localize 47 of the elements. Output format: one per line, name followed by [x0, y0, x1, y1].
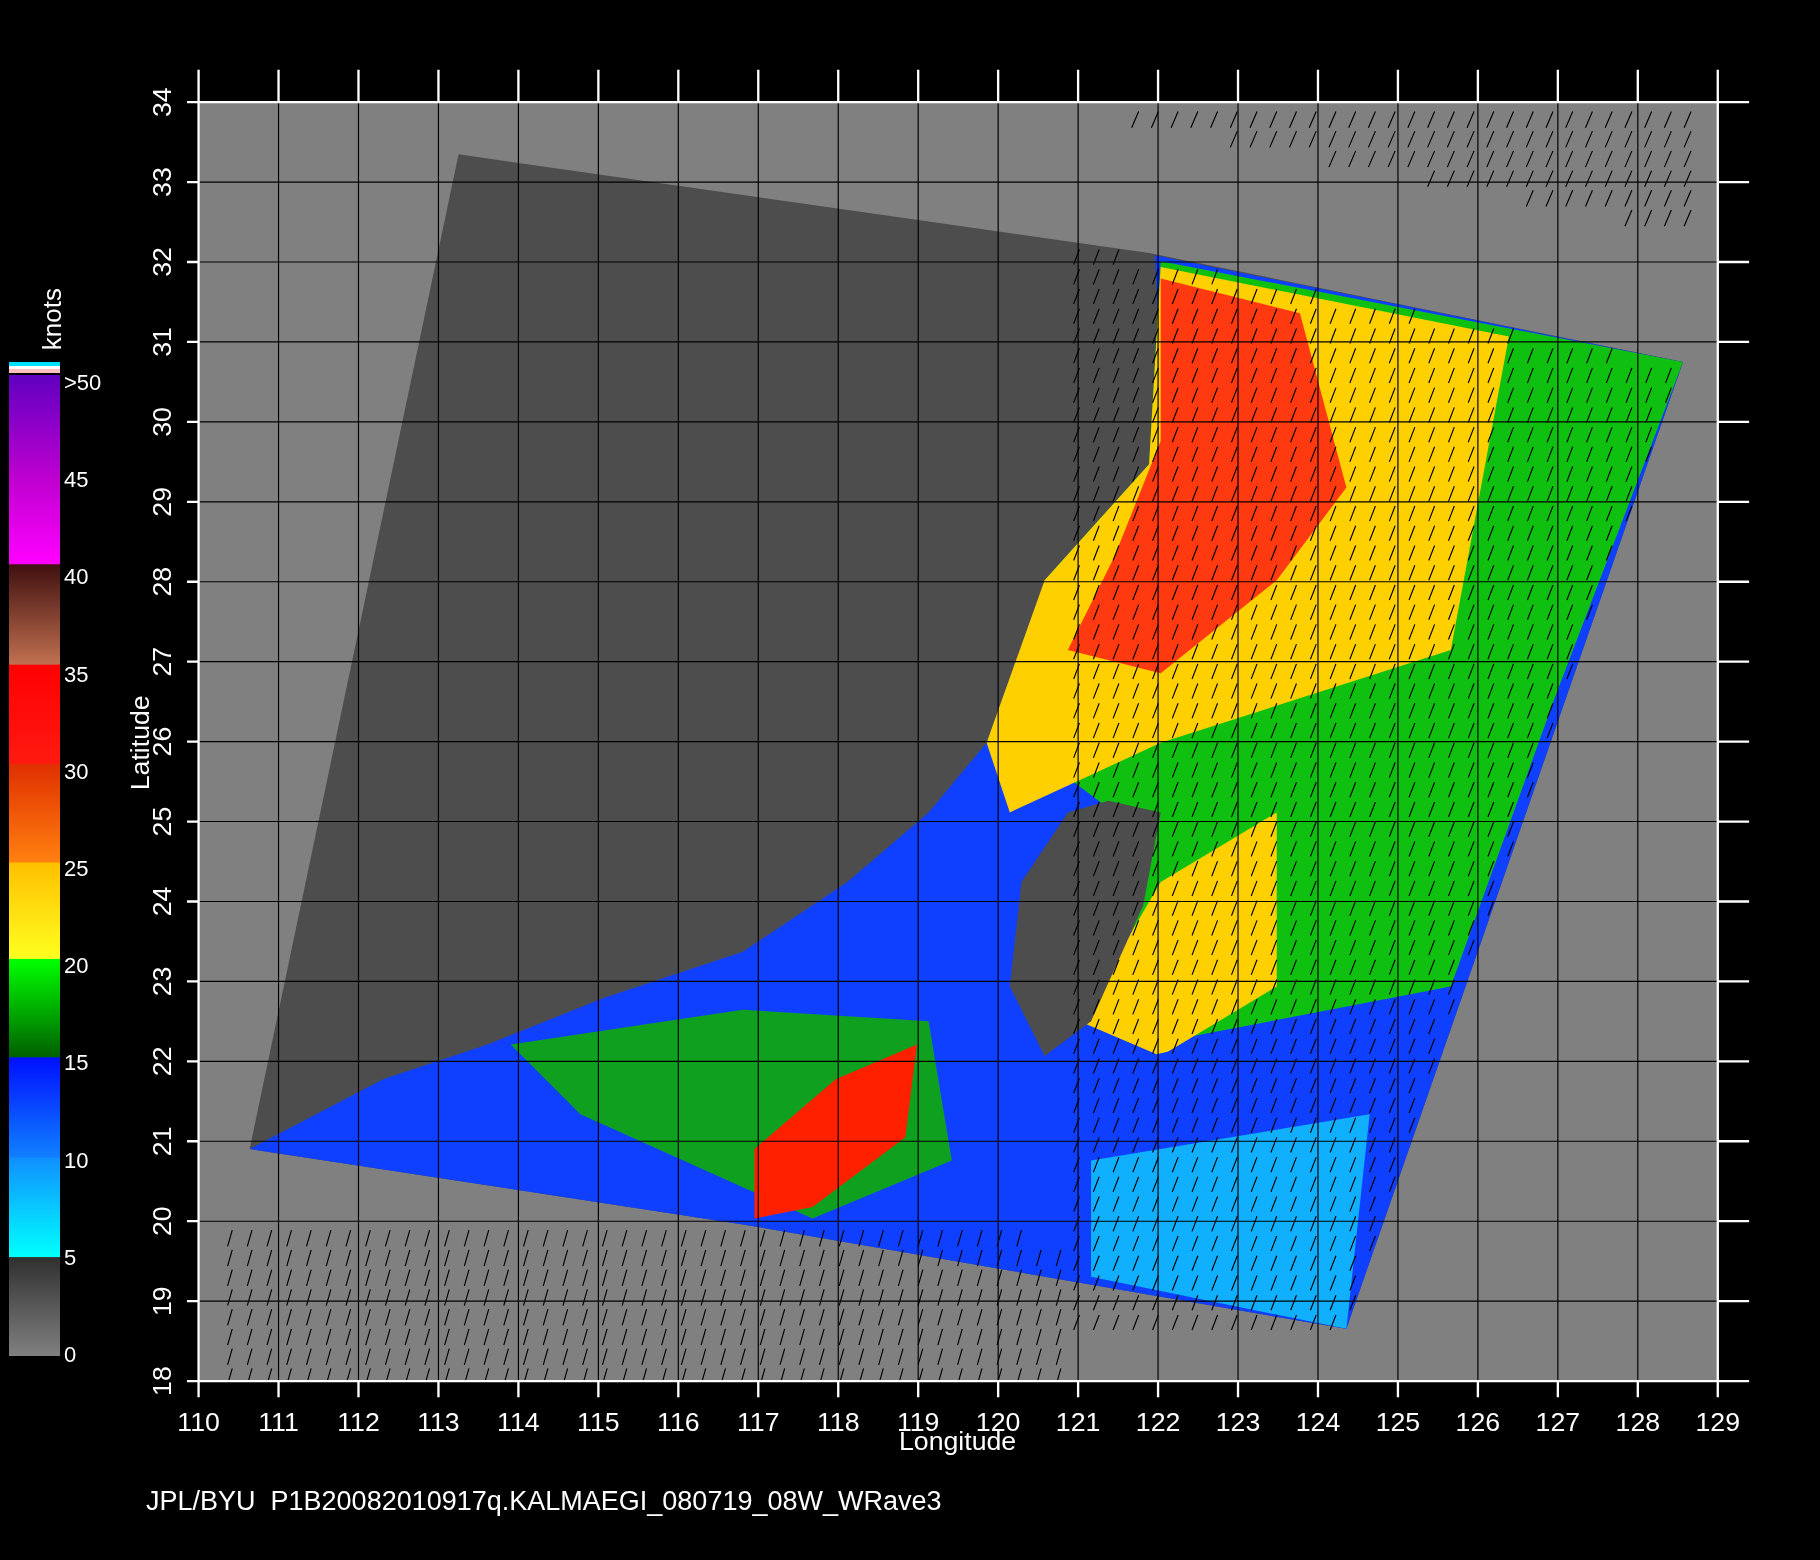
axis-tick-label: 32	[146, 247, 177, 277]
axis-tick-label: 121	[1055, 1407, 1101, 1437]
axis-tick-label: 123	[1215, 1407, 1261, 1437]
colorbar-label: 20	[64, 953, 90, 980]
axis-tick-label: 122	[1135, 1407, 1181, 1437]
axis-tick-label: 27	[146, 646, 177, 677]
colorbar-label: 25	[64, 855, 90, 882]
axis-tick-label: 116	[657, 1407, 700, 1437]
axis-tick-label: 25	[146, 806, 177, 837]
axis-tick-label: 111	[258, 1407, 299, 1437]
colorbar-label: 35	[64, 661, 90, 688]
colorbar-unit: knots	[38, 288, 66, 351]
axis-tick-label: 112	[337, 1407, 380, 1437]
colorbar-label: 45	[64, 467, 90, 494]
axis-tick-label: 127	[1535, 1407, 1581, 1437]
axis-tick-label: 118	[816, 1407, 860, 1437]
axis-tick-label: 21	[146, 1126, 177, 1157]
axis-tick-label: 125	[1375, 1407, 1421, 1437]
axis-tick-label: 24	[146, 886, 177, 917]
axis-tick-label: 129	[1695, 1407, 1741, 1437]
axis-tick-label: 22	[146, 1046, 177, 1077]
colorbar-label: 40	[64, 564, 90, 591]
axis-tick-label: 128	[1615, 1407, 1661, 1437]
axis-tick-label: 31	[146, 327, 177, 357]
colorbar-label: 30	[64, 758, 90, 785]
axis-tick-label: 30	[146, 407, 177, 437]
axis-tick-label: 20	[146, 1206, 177, 1237]
colorbar-label: 0	[64, 1341, 78, 1368]
axis-tick-label: 115	[577, 1407, 620, 1437]
axis-tick-label: 23	[146, 966, 177, 997]
axis-tick-label: 28	[146, 566, 177, 597]
axis-tick-label: 29	[146, 486, 177, 517]
axis-tick-label: 113	[417, 1407, 460, 1437]
axis-tick-label: 33	[146, 167, 177, 197]
axis-tick-label: 110	[177, 1407, 220, 1437]
axis-tick-label: 114	[497, 1407, 540, 1437]
colorbar-label: 5	[64, 1244, 78, 1271]
axis-tick-label: 19	[146, 1286, 177, 1316]
axis-tick-label: 117	[737, 1407, 780, 1437]
colorbar-label: 10	[64, 1147, 90, 1174]
axis-tick-label: 124	[1295, 1407, 1341, 1437]
axis-tick-label: 126	[1455, 1407, 1501, 1437]
axis-tick-label: 34	[146, 87, 177, 117]
axis-tick-label: 18	[146, 1366, 177, 1396]
colorbar-label: >50	[64, 370, 102, 396]
plot-caption: JPL/BYU P1B20082010917q.KALMAEGI_080719_08W_WRave3	[145, 1486, 943, 1517]
colorbar-label: 15	[64, 1050, 90, 1077]
